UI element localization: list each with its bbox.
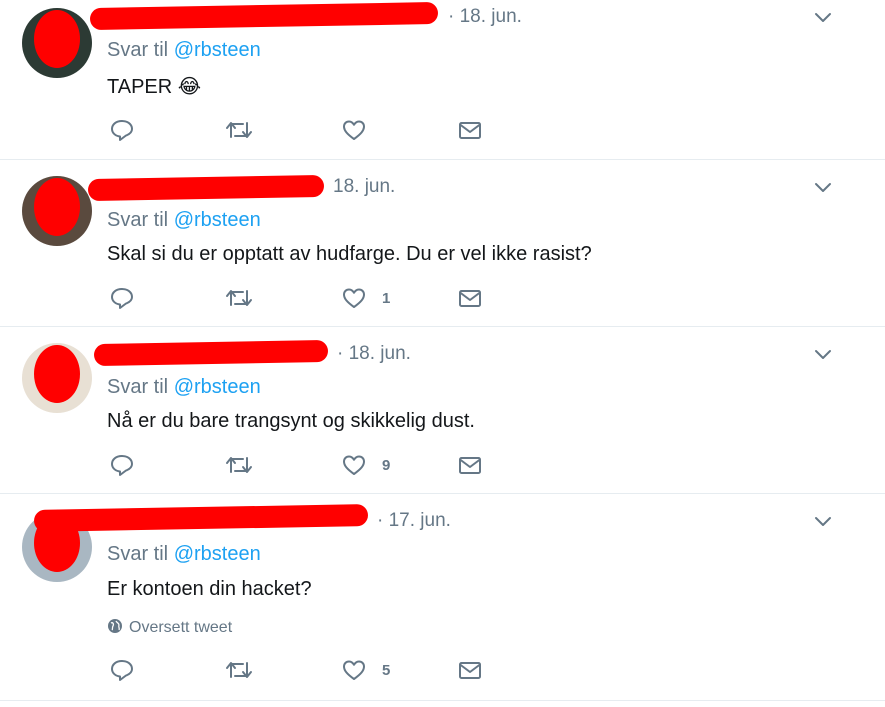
retweet-icon	[226, 290, 252, 306]
envelope-icon	[459, 457, 481, 474]
chevron-down-icon[interactable]	[812, 176, 834, 198]
reply-prefix: Svar til	[107, 543, 174, 565]
like-count: 1	[382, 290, 391, 307]
envelope-icon	[459, 662, 481, 679]
tweet-actions	[0, 117, 885, 147]
dm-button[interactable]	[457, 117, 483, 147]
reply-prefix: Svar til	[107, 39, 174, 61]
tweet[interactable]: · 17. jun. Svar til @rbsteen Er kontoen …	[0, 494, 885, 701]
redacted-username	[93, 339, 329, 367]
reply-prefix: Svar til	[107, 376, 174, 398]
heart-icon	[343, 660, 365, 680]
like-count: 5	[382, 662, 391, 679]
avatar[interactable]	[22, 176, 92, 246]
envelope-icon	[459, 122, 481, 139]
retweet-button[interactable]	[224, 117, 254, 147]
like-count: 9	[382, 457, 391, 474]
like-button[interactable]	[341, 657, 367, 687]
like-button[interactable]	[341, 285, 367, 315]
chevron-down-icon[interactable]	[812, 510, 834, 532]
tweet[interactable]: · 18. jun. Svar til @rbsteen Nå er du ba…	[0, 327, 885, 494]
reply-handle-link[interactable]: @rbsteen	[174, 543, 261, 565]
retweet-icon	[226, 457, 252, 473]
avatar[interactable]	[22, 343, 92, 413]
heart-icon	[343, 455, 365, 475]
tweet-text: TAPER 😂	[107, 76, 202, 98]
reply-prefix: Svar til	[107, 209, 174, 231]
like-button[interactable]	[341, 117, 367, 147]
tweet-date[interactable]: · 18. jun.	[337, 343, 411, 365]
tweet[interactable]: · 18. jun. Svar til @rbsteen TAPER 😂	[0, 0, 885, 160]
tweet-text: Nå er du bare trangsynt og skikkelig dus…	[107, 410, 475, 432]
chevron-down-icon[interactable]	[812, 343, 834, 365]
reply-icon	[111, 288, 133, 309]
retweet-icon	[226, 122, 252, 138]
retweet-button[interactable]	[224, 452, 254, 482]
tweet-date[interactable]: 18. jun.	[333, 176, 395, 198]
reply-button[interactable]	[109, 657, 135, 687]
reply-button[interactable]	[109, 285, 135, 315]
dm-button[interactable]	[457, 285, 483, 315]
heart-icon	[343, 288, 365, 308]
avatar[interactable]	[22, 8, 92, 78]
translate-tweet-link[interactable]: Oversett tweet	[107, 618, 232, 639]
tweet-text: Er kontoen din hacket?	[107, 578, 312, 600]
redaction-mark	[34, 178, 80, 236]
redacted-username	[87, 174, 325, 202]
translate-label: Oversett tweet	[129, 619, 233, 636]
like-button[interactable]	[341, 452, 367, 482]
redacted-username	[33, 504, 369, 532]
tweet[interactable]: 18. jun. Svar til @rbsteen Skal si du er…	[0, 160, 885, 327]
retweet-button[interactable]	[224, 657, 254, 687]
reply-to-line: Svar til @rbsteen	[107, 376, 261, 399]
tweet-text: Skal si du er opptatt av hudfarge. Du er…	[107, 243, 592, 265]
chevron-down-icon[interactable]	[812, 6, 834, 28]
envelope-icon	[459, 290, 481, 307]
reply-icon	[111, 660, 133, 681]
redacted-username	[89, 1, 439, 31]
globe-icon	[107, 618, 123, 639]
dm-button[interactable]	[457, 452, 483, 482]
reply-icon	[111, 455, 133, 476]
dm-button[interactable]	[457, 657, 483, 687]
reply-button[interactable]	[109, 117, 135, 147]
retweet-icon	[226, 662, 252, 678]
tweet-date[interactable]: · 18. jun.	[448, 6, 522, 28]
reply-handle-link[interactable]: @rbsteen	[174, 39, 261, 61]
reply-to-line: Svar til @rbsteen	[107, 209, 261, 232]
reply-handle-link[interactable]: @rbsteen	[174, 376, 261, 398]
tweet-actions: 1	[0, 285, 885, 315]
heart-icon	[343, 120, 365, 140]
reply-to-line: Svar til @rbsteen	[107, 543, 261, 566]
reply-button[interactable]	[109, 452, 135, 482]
reply-to-line: Svar til @rbsteen	[107, 39, 261, 62]
redaction-mark	[34, 10, 80, 68]
tweet-date[interactable]: · 17. jun.	[377, 510, 451, 532]
reply-icon	[111, 120, 133, 141]
retweet-button[interactable]	[224, 285, 254, 315]
redaction-mark	[34, 345, 80, 403]
tweet-actions: 5	[0, 657, 885, 687]
reply-handle-link[interactable]: @rbsteen	[174, 209, 261, 231]
tweet-actions: 9	[0, 452, 885, 482]
